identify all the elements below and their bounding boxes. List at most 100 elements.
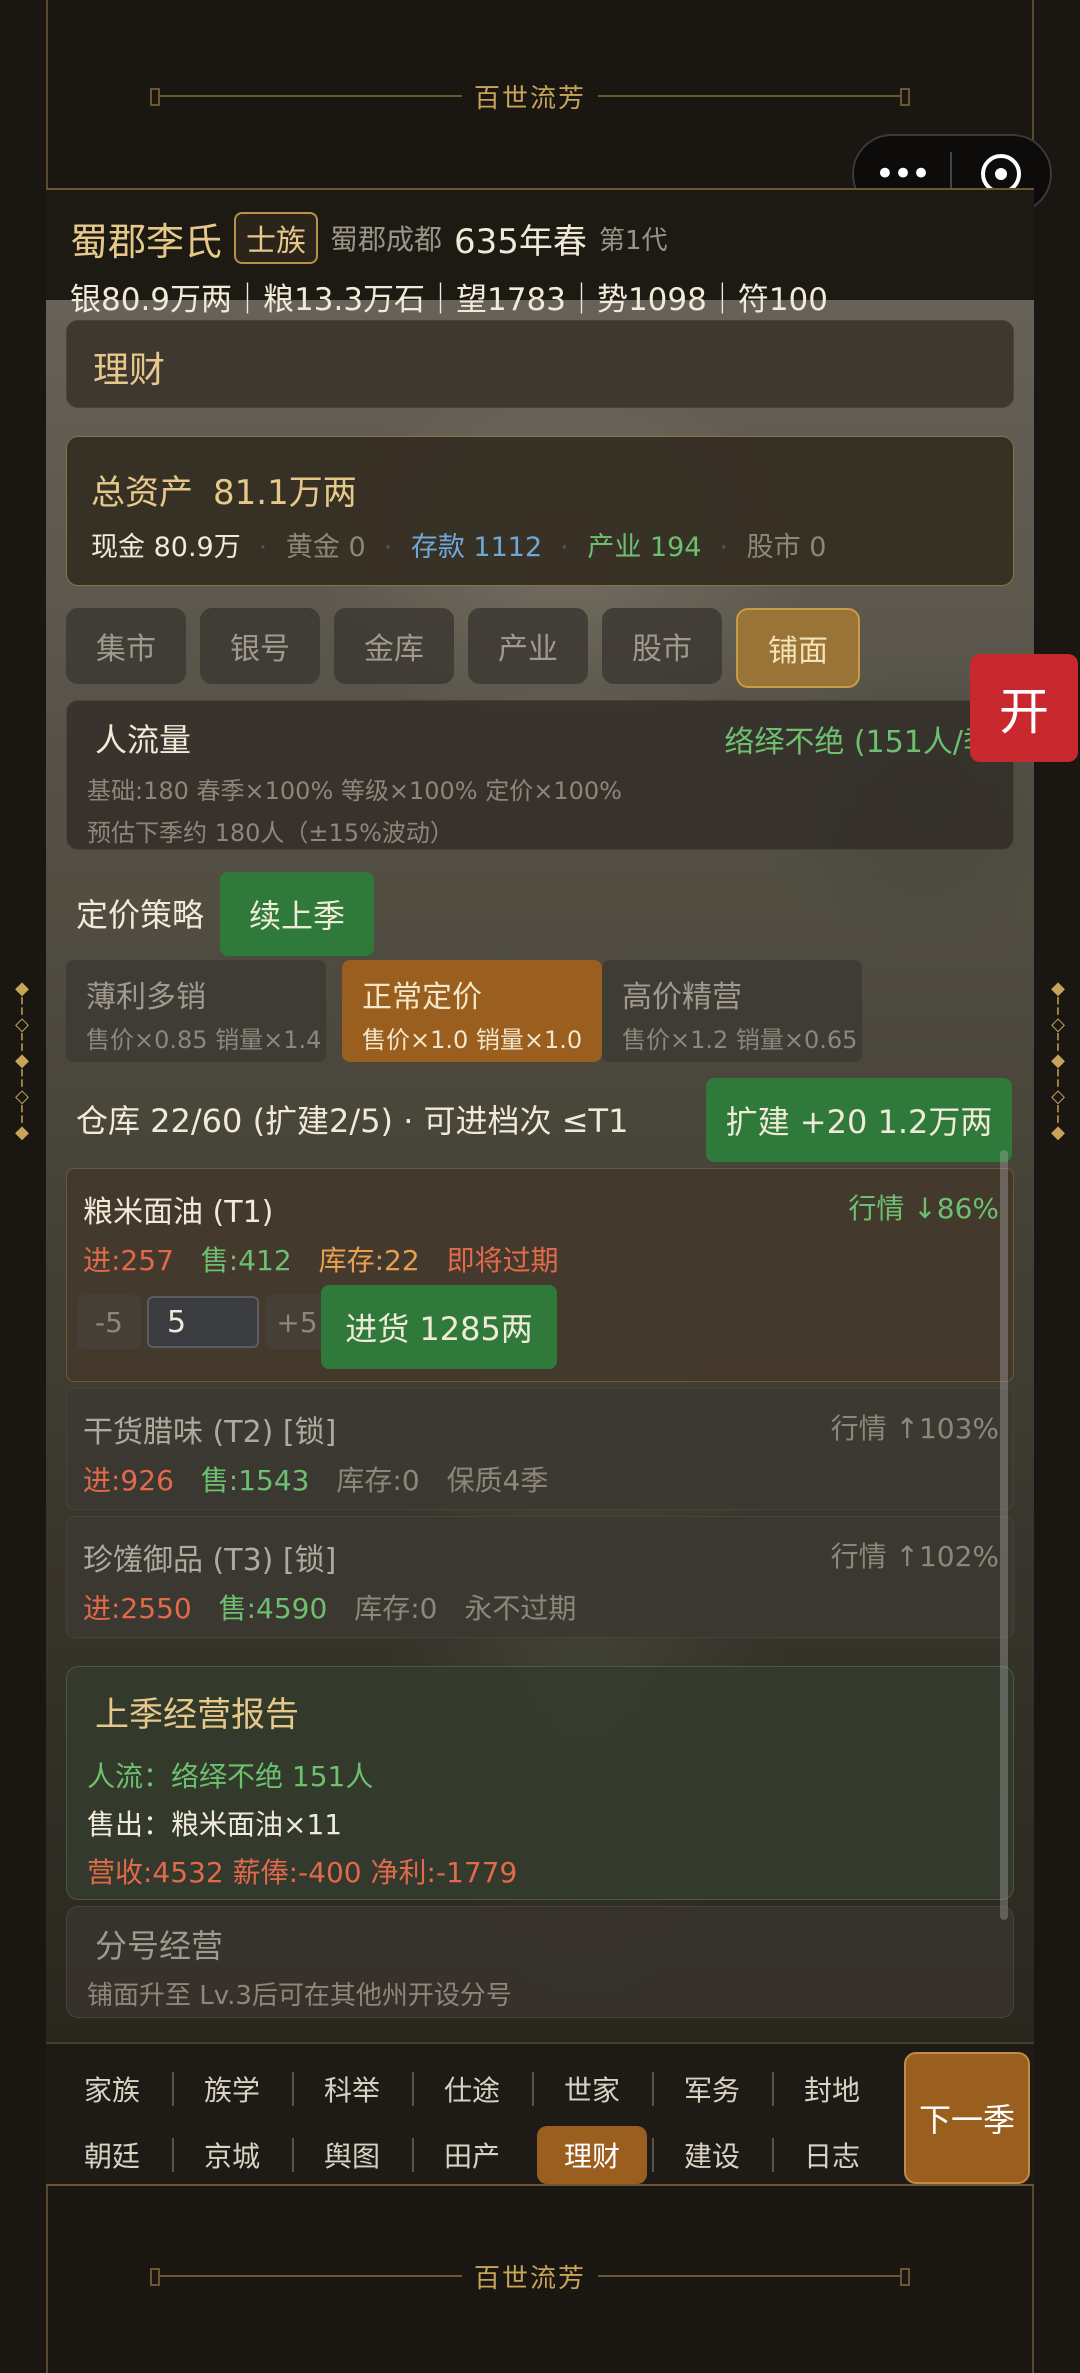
report-traffic: 人流：络绎不绝 151人 [87, 1760, 374, 1793]
goods-stock: 库存:22 [318, 1244, 420, 1277]
stock: 股市 0 [746, 532, 827, 563]
price-option-high[interactable]: 高价精营 售价×1.2 销量×0.65 [602, 960, 862, 1062]
price-option-name: 正常定价 [362, 980, 482, 1015]
nav-court[interactable]: 朝廷 [52, 2126, 172, 2184]
deposit: 存款 1112 [410, 532, 543, 563]
tab-market[interactable]: 集市 [66, 608, 186, 684]
gold: 黄金 0 [285, 532, 366, 563]
section-title-panel: 理财 [66, 320, 1014, 408]
nav-noble-families[interactable]: 世家 [532, 2060, 652, 2118]
report-finance: 营收:4532 薪俸:-400 净利:-1779 [87, 1856, 518, 1889]
branch-panel: 分号经营 铺面升至 Lv.3后可在其他州开设分号 [66, 1906, 1014, 2018]
season-report-panel: 上季经营报告 人流：络绎不绝 151人 售出：粮米面油×11 营收:4532 薪… [66, 1666, 1014, 1900]
goods-name: 粮米面油 (T1) [83, 1195, 274, 1230]
game-title: 百世流芳 [474, 83, 587, 114]
report-title: 上季经营报告 [95, 1695, 299, 1735]
goods-market: 行情 ↑103% [830, 1412, 999, 1445]
nav-exam[interactable]: 科举 [292, 2060, 412, 2118]
goods-sell-price: 售:412 [200, 1244, 292, 1277]
goods-item-grain: 粮米面油 (T1) 行情 ↓86% 进:257 售:412 库存:22 即将过期… [66, 1168, 1014, 1382]
goods-note: 永不过期 [464, 1592, 577, 1625]
goods-name: 珍馐御品 (T3) [锁] [83, 1543, 337, 1578]
tab-stock[interactable]: 股市 [602, 608, 722, 684]
goods-stock: 库存:0 [336, 1464, 420, 1497]
goods-note: 保质4季 [446, 1464, 549, 1497]
bottom-nav: 家族 族学 科举 仕途 世家 军务 封地 朝廷 京城 舆图 田产 理财 建设 日… [46, 2042, 1034, 2184]
traffic-status: 络绎不绝 (151人/季 [724, 725, 993, 760]
rank-badge: 士族 [234, 212, 319, 264]
nav-clan-school[interactable]: 族学 [172, 2060, 292, 2118]
cash: 现金 80.9万 [91, 532, 241, 563]
price-option-desc: 售价×1.2 销量×0.65 [622, 1026, 858, 1054]
next-season-button[interactable]: 下一季 [904, 2052, 1030, 2184]
price-option-name: 高价精营 [622, 980, 742, 1015]
price-option-desc: 售价×0.85 销量×1.4 [86, 1026, 322, 1054]
price-option-normal[interactable]: 正常定价 售价×1.0 销量×1.0 [342, 960, 602, 1062]
plus-five-button[interactable]: +5 [265, 1295, 329, 1349]
traffic-panel: 人流量 络绎不绝 (151人/季 基础:180 春季×100% 等级×100% … [66, 700, 1014, 850]
nav-farmland[interactable]: 田产 [412, 2126, 532, 2184]
tab-bank[interactable]: 银号 [200, 608, 320, 684]
bottom-banner: 百世流芳 [150, 2256, 911, 2296]
nav-family[interactable]: 家族 [52, 2060, 172, 2118]
traffic-forecast: 预估下季约 180人（±15%波动） [87, 819, 454, 847]
nav-construction[interactable]: 建设 [652, 2126, 772, 2184]
goods-market: 行情 ↓86% [848, 1192, 999, 1225]
clan-name: 蜀郡李氏 [70, 219, 223, 264]
finance-tabs: 集市 银号 金库 产业 股市 铺面 [66, 608, 860, 688]
year: 635年春 [454, 221, 587, 262]
resources-bar: 银80.9万两｜粮13.3万石｜望1783｜势1098｜符100 [70, 282, 828, 318]
tab-vault[interactable]: 金库 [334, 608, 454, 684]
traffic-detail: 基础:180 春季×100% 等级×100% 定价×100% [87, 777, 622, 805]
nav-capital[interactable]: 京城 [172, 2126, 292, 2184]
top-banner: 百世流芳 [150, 76, 911, 116]
edge-ornament-right: ◆ ╎ ◇ ╎ ◆ ╎ ◇ ╎ ◆ [1051, 978, 1065, 1143]
nav-career[interactable]: 仕途 [412, 2060, 532, 2118]
continue-pricing-button[interactable]: 续上季 [220, 872, 374, 956]
goods-sell-price: 售:1543 [200, 1464, 310, 1497]
restock-button[interactable]: 进货 1285两 [321, 1285, 557, 1369]
assets-panel: 总资产 81.1万两 现金 80.9万 · 黄金 0 · 存款 1112 · 产业 19… [66, 436, 1014, 586]
open-button[interactable]: 开 [970, 654, 1078, 762]
total-assets-label: 总资产 [91, 473, 193, 513]
clan-header: 蜀郡李氏 士族 蜀郡成都 635年春 第1代 银80.9万两｜粮13.3万石｜望… [70, 208, 1034, 319]
edge-ornament-left: ◆ ╎ ◇ ╎ ◆ ╎ ◇ ╎ ◆ [15, 978, 29, 1143]
goods-name: 干货腊味 (T2) [锁] [83, 1415, 337, 1450]
section-title: 理财 [93, 350, 166, 391]
quantity-stepper: -5 5 +5 [77, 1295, 329, 1349]
more-icon[interactable]: ••• [854, 157, 950, 191]
location: 蜀郡成都 [330, 223, 443, 256]
branch-desc: 铺面升至 Lv.3后可在其他州开设分号 [87, 1981, 512, 2011]
goods-item-dried[interactable]: 干货腊味 (T2) [锁] 行情 ↑103% 进:926 售:1543 库存:0… [66, 1388, 1014, 1510]
goods-sell-price: 售:4590 [218, 1592, 328, 1625]
pricing-label: 定价策略 [76, 896, 205, 934]
traffic-title: 人流量 [95, 721, 192, 759]
scrollbar[interactable] [1000, 1150, 1008, 1920]
quantity-input[interactable]: 5 [147, 1296, 259, 1348]
generation: 第1代 [598, 225, 668, 256]
nav-finance[interactable]: 理财 [537, 2126, 647, 2184]
goods-stock: 库存:0 [354, 1592, 438, 1625]
minus-five-button[interactable]: -5 [77, 1295, 141, 1349]
nav-fief[interactable]: 封地 [772, 2060, 892, 2118]
price-option-low[interactable]: 薄利多销 售价×0.85 销量×1.4 [66, 960, 326, 1062]
branch-title: 分号经营 [95, 1927, 224, 1965]
tab-industry[interactable]: 产业 [468, 608, 588, 684]
total-assets-value: 81.1万两 [213, 473, 357, 513]
expand-warehouse-button[interactable]: 扩建 +20 1.2万两 [706, 1078, 1012, 1162]
nav-log[interactable]: 日志 [772, 2126, 892, 2184]
report-sold: 售出：粮米面油×11 [87, 1808, 343, 1841]
goods-buy-price: 进:926 [83, 1464, 174, 1497]
industry: 产业 194 [587, 532, 702, 563]
main-panel: 蜀郡李氏 士族 蜀郡成都 635年春 第1代 银80.9万两｜粮13.3万石｜望… [46, 188, 1034, 2186]
game-title-footer: 百世流芳 [474, 2263, 587, 2294]
price-option-desc: 售价×1.0 销量×1.0 [362, 1026, 583, 1054]
goods-note: 即将过期 [446, 1244, 559, 1277]
tab-shop[interactable]: 铺面 [736, 608, 860, 688]
goods-item-delicacy[interactable]: 珍馐御品 (T3) [锁] 行情 ↑102% 进:2550 售:4590 库存:… [66, 1516, 1014, 1638]
nav-military[interactable]: 军务 [652, 2060, 772, 2118]
nav-map[interactable]: 舆图 [292, 2126, 412, 2184]
goods-buy-price: 进:257 [83, 1244, 174, 1277]
goods-market: 行情 ↑102% [830, 1540, 999, 1573]
warehouse-info: 仓库 22/60 (扩建2/5) · 可进档次 ≤T1 [76, 1102, 629, 1140]
